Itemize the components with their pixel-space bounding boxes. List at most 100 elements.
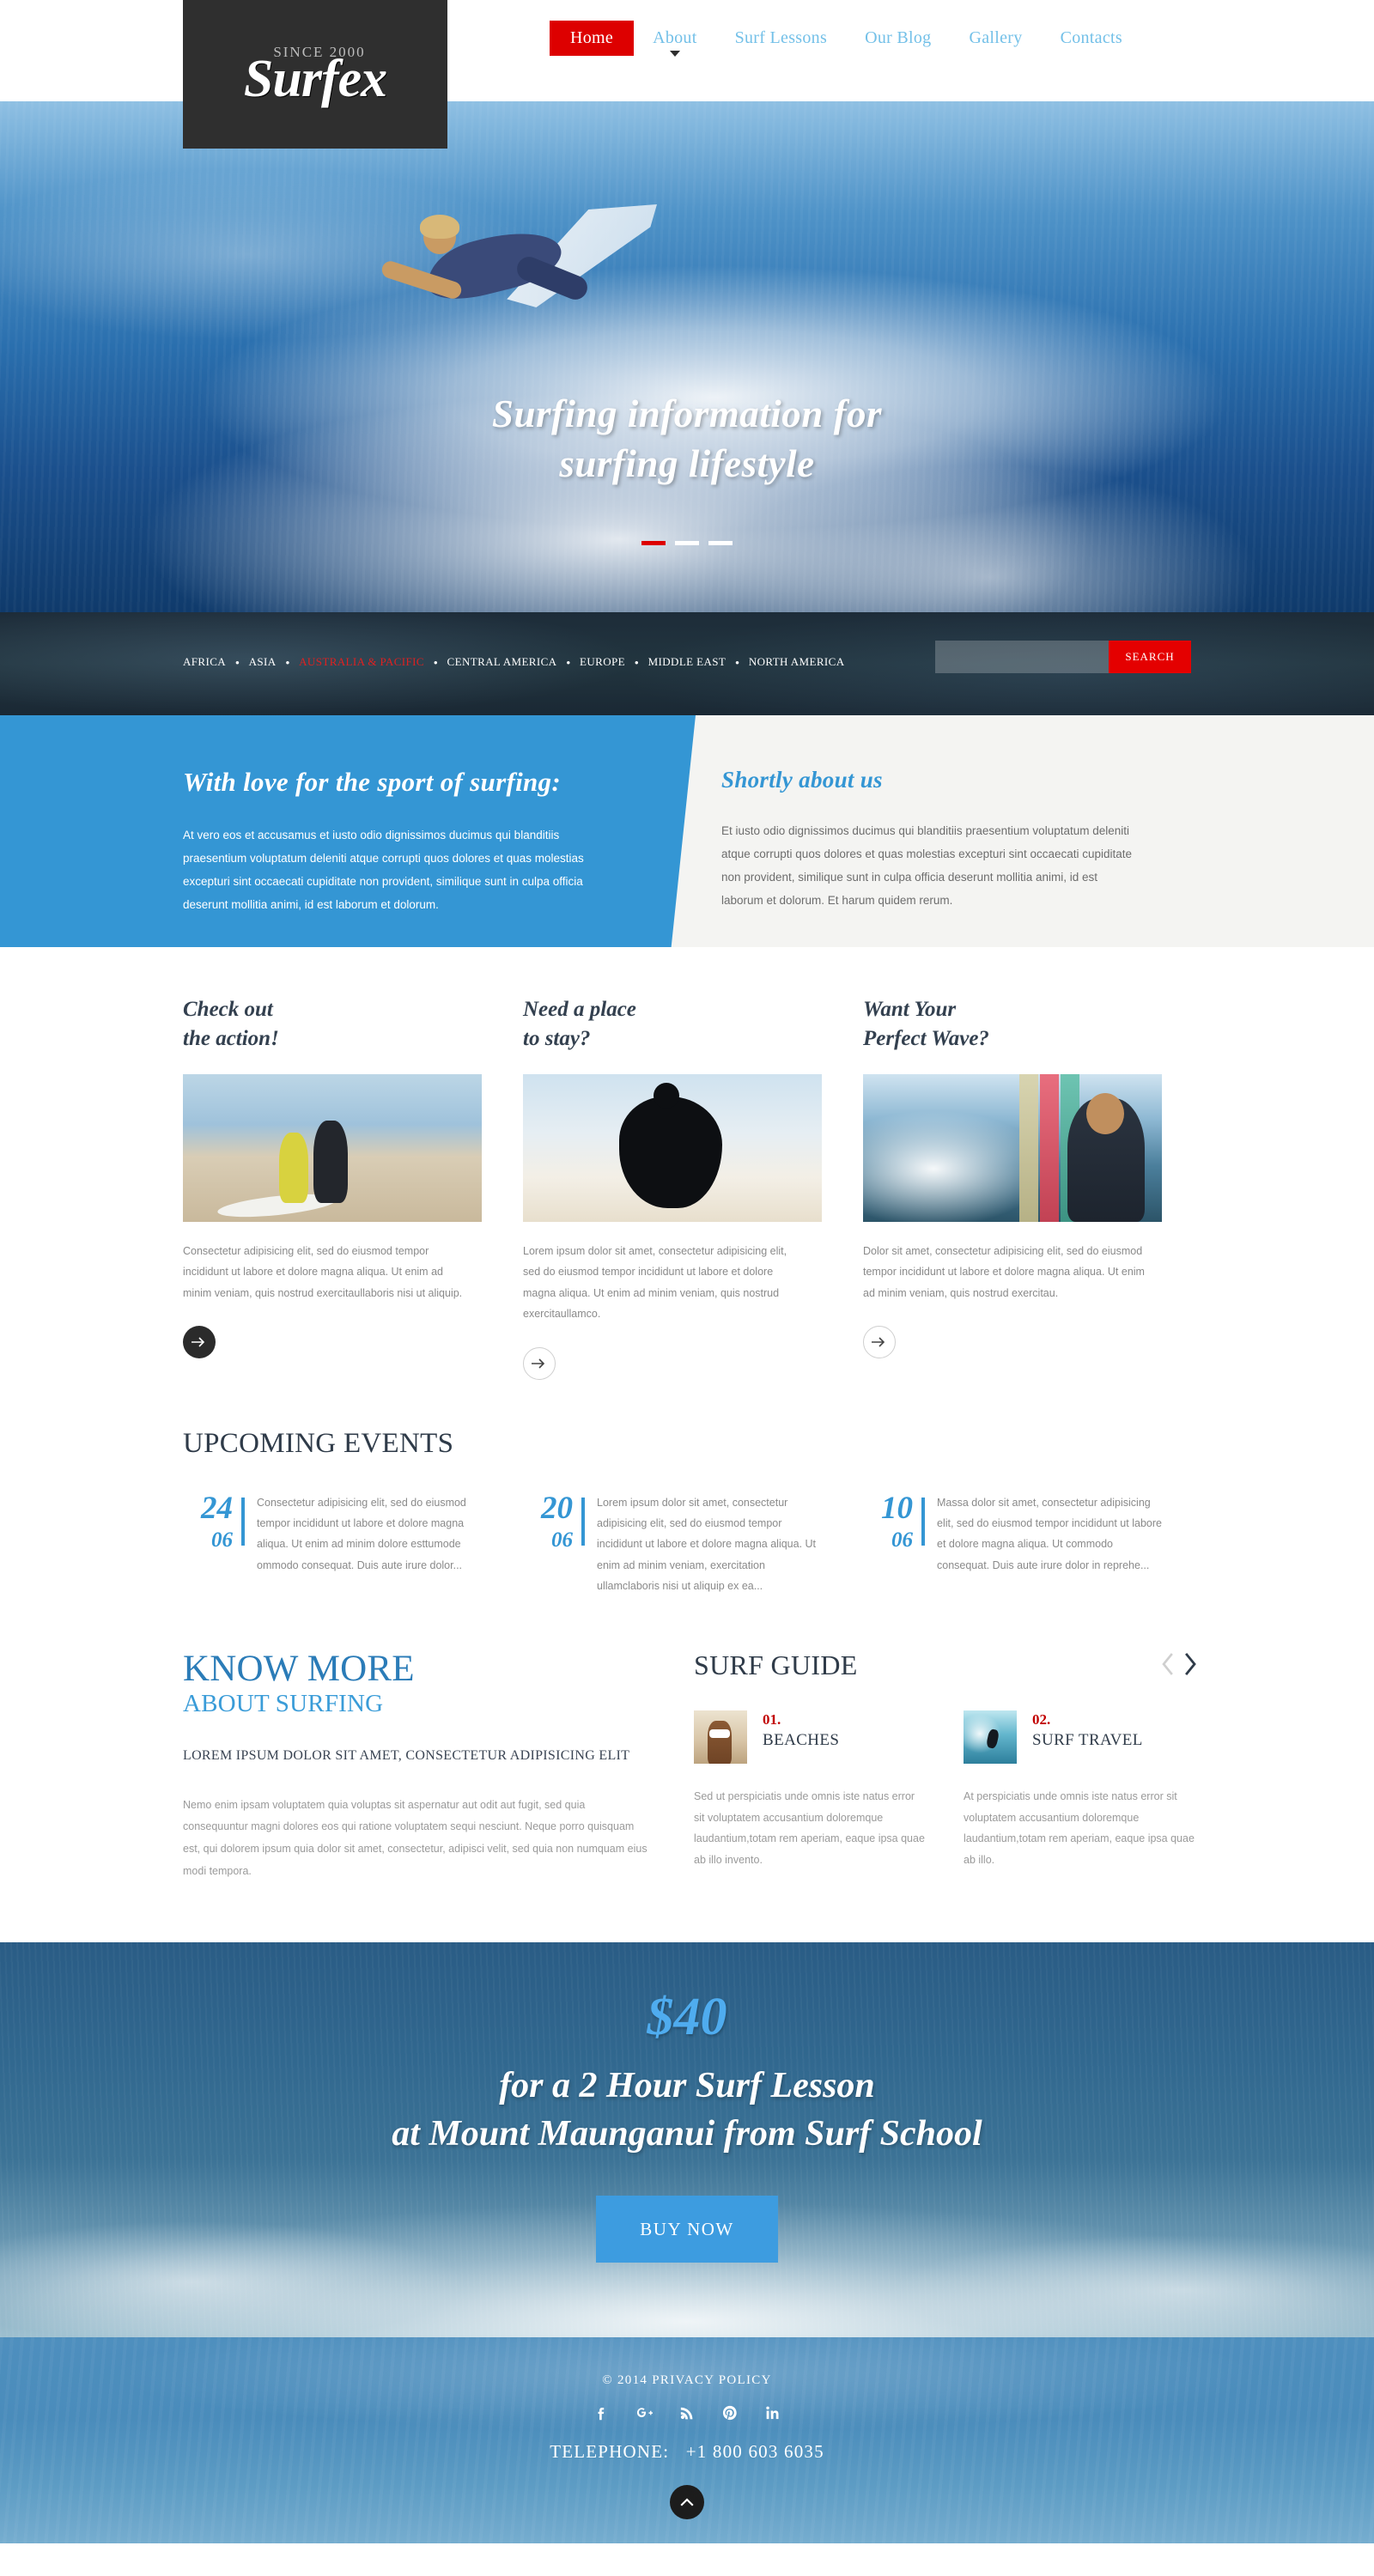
- surf-guide-title: BEACHES: [763, 1731, 840, 1750]
- feature-read-more-arrow-button[interactable]: [183, 1326, 216, 1359]
- feature-image-surfer-silhouette[interactable]: [523, 1074, 822, 1222]
- know-more-heading: KNOW MORE: [183, 1649, 415, 1690]
- feature-card-need-a-place-to-stay: Need a place to stay? Lorem ipsum dolor …: [523, 995, 822, 1380]
- event-item[interactable]: 24 06 Consectetur adipisicing elit, sed …: [183, 1492, 482, 1597]
- hero-dot-2[interactable]: [675, 541, 699, 545]
- pinterest-glyph: [722, 2406, 737, 2421]
- buy-now-button[interactable]: BUY NOW: [596, 2196, 778, 2263]
- surf-guide-number: 02.: [1032, 1711, 1051, 1728]
- nav-item-about[interactable]: About: [634, 28, 716, 57]
- surf-guide-title: SURF TRAVEL: [1032, 1731, 1143, 1750]
- surf-guide-text: At perspiciatis unde omnis iste natus er…: [964, 1790, 1195, 1866]
- hero-title: Surfing information for surfing lifestyl…: [0, 390, 1374, 489]
- surf-guide-block: SURF GUIDE 01. BEACHES Sed ut perspiciat…: [694, 1649, 1197, 1882]
- feature-image-surfer-with-boards[interactable]: [863, 1074, 1162, 1222]
- feature-read-more-arrow-button[interactable]: [863, 1326, 896, 1359]
- region-links: AFRICA • ASIA • AUSTRALIA & PACIFIC • CE…: [183, 655, 845, 669]
- event-text: Lorem ipsum dolor sit amet, consectetur …: [597, 1496, 817, 1593]
- rss-icon[interactable]: [678, 2403, 696, 2422]
- facebook-glyph: [598, 2408, 605, 2421]
- search-button[interactable]: SEARCH: [1109, 641, 1191, 673]
- region-separator: •: [433, 655, 438, 669]
- region-link-central-america[interactable]: CENTRAL AMERICA: [447, 655, 557, 669]
- surf-guide-thumbnail-surf-travel[interactable]: [964, 1710, 1017, 1765]
- feature-card-check-out-the-action: Check out the action! Consectetur adipis…: [183, 995, 482, 1380]
- carousel-prev-button[interactable]: [1161, 1653, 1175, 1679]
- nav-item-our-blog[interactable]: Our Blog: [846, 28, 950, 48]
- region-separator: •: [285, 655, 290, 669]
- nav-item-gallery[interactable]: Gallery: [950, 28, 1041, 48]
- event-date: 24 06: [183, 1492, 245, 1597]
- search-form: SEARCH: [935, 641, 1191, 673]
- feature-heading-line2: the action!: [183, 1026, 279, 1050]
- region-link-europe[interactable]: EUROPE: [580, 655, 625, 669]
- promo-price: $40: [647, 1988, 727, 2047]
- surf-guide-text: Sed ut perspiciatis unde omnis iste natu…: [694, 1790, 925, 1866]
- page-root: SINCE 2000 Surfex Home About Surf Lesson…: [0, 0, 1374, 2544]
- arrow-right-icon: [872, 1337, 885, 1347]
- footer-content: © 2014 PRIVACY POLICY TELEPHONE: +1 800 …: [0, 2337, 1374, 2520]
- hero-dot-3[interactable]: [708, 541, 733, 545]
- features-section: Check out the action! Consectetur adipis…: [0, 947, 1374, 1380]
- feature-image-beach-runners[interactable]: [183, 1074, 482, 1222]
- surf-guide-item-surf-travel[interactable]: 02. SURF TRAVEL At perspiciatis unde omn…: [964, 1710, 1197, 1870]
- linkedin-icon[interactable]: [763, 2403, 782, 2422]
- feature-read-more-arrow-button[interactable]: [523, 1346, 556, 1380]
- region-link-australia-pacific[interactable]: AUSTRALIA & PACIFIC: [299, 655, 424, 669]
- linkedin-glyph: [766, 2406, 779, 2420]
- facebook-icon[interactable]: [592, 2403, 611, 2422]
- hero-slider: Surfing information for surfing lifestyl…: [0, 101, 1374, 612]
- carousel-next-button[interactable]: [1183, 1653, 1197, 1679]
- hero-dot-1[interactable]: [641, 541, 666, 545]
- chevron-right-icon: [1185, 1653, 1196, 1676]
- intro-section: With love for the sport of surfing: At v…: [0, 715, 1374, 947]
- feature-text: Dolor sit amet, consectetur adipisicing …: [863, 1245, 1145, 1299]
- intro-right-heading: Shortly about us: [721, 767, 883, 793]
- region-link-asia[interactable]: ASIA: [249, 655, 277, 669]
- feature-heading-line1: Check out: [183, 998, 273, 1021]
- intro-left-heading: With love for the sport of surfing:: [183, 767, 561, 797]
- intro-left-text: At vero eos et accusamus et iusto odio d…: [183, 829, 584, 911]
- logo[interactable]: SINCE 2000 Surfex: [183, 0, 447, 149]
- search-input[interactable]: [935, 641, 1109, 673]
- arrow-right-icon: [532, 1358, 545, 1369]
- main-navigation: Home About Surf Lessons Our Blog Gallery…: [550, 21, 1141, 57]
- surf-guide-thumbnail-beaches[interactable]: [694, 1710, 747, 1765]
- google-plus-icon[interactable]: [635, 2403, 654, 2422]
- event-month: 06: [891, 1528, 913, 1552]
- feature-heading: Need a place to stay?: [523, 995, 822, 1054]
- region-link-middle-east[interactable]: MIDDLE EAST: [648, 655, 727, 669]
- event-item[interactable]: 20 06 Lorem ipsum dolor sit amet, consec…: [523, 1492, 822, 1597]
- feature-text: Consectetur adipisicing elit, sed do eiu…: [183, 1245, 463, 1299]
- know-more-subheading: ABOUT SURFING: [183, 1689, 384, 1717]
- nav-item-contacts[interactable]: Contacts: [1042, 28, 1141, 48]
- site-header: SINCE 2000 Surfex Home About Surf Lesson…: [0, 0, 1374, 149]
- feature-heading-line2: Perfect Wave?: [863, 1026, 989, 1050]
- back-to-top-button[interactable]: [670, 2485, 704, 2520]
- surf-guide-item-beaches[interactable]: 01. BEACHES Sed ut perspiciatis unde omn…: [694, 1710, 927, 1870]
- telephone-label: TELEPHONE:: [550, 2441, 670, 2463]
- social-links: [0, 2403, 1374, 2422]
- google-plus-glyph: [636, 2408, 653, 2418]
- nav-item-about-label: About: [653, 28, 697, 47]
- nav-item-surf-lessons[interactable]: Surf Lessons: [716, 28, 847, 48]
- event-text: Massa dolor sit amet, consectetur adipis…: [937, 1496, 1162, 1571]
- know-more-block: KNOW MORE ABOUT SURFING LOREM IPSUM DOLO…: [183, 1649, 651, 1882]
- nav-item-home[interactable]: Home: [550, 21, 635, 56]
- logo-brand-name: Surfex: [243, 49, 387, 108]
- surf-guide-number: 01.: [763, 1711, 781, 1728]
- event-date: 20 06: [523, 1492, 585, 1597]
- arrow-right-icon: [192, 1337, 205, 1347]
- event-day: 24: [201, 1490, 233, 1526]
- pinterest-icon[interactable]: [720, 2403, 739, 2422]
- chevron-down-icon: [669, 51, 680, 57]
- feature-heading-line2: to stay?: [523, 1026, 591, 1050]
- event-item[interactable]: 10 06 Massa dolor sit amet, consectetur …: [863, 1492, 1162, 1597]
- region-separator: •: [566, 655, 571, 669]
- region-link-africa[interactable]: AFRICA: [183, 655, 226, 669]
- telephone-number[interactable]: +1 800 603 6035: [686, 2441, 824, 2462]
- upcoming-events-section: UPCOMING EVENTS 24 06 Consectetur adipis…: [0, 1380, 1374, 1597]
- footer-copyright-privacy-policy[interactable]: © 2014 PRIVACY POLICY: [0, 2373, 1374, 2388]
- region-link-north-america[interactable]: NORTH AMERICA: [749, 655, 845, 669]
- hero-title-line1: Surfing information for: [491, 392, 883, 435]
